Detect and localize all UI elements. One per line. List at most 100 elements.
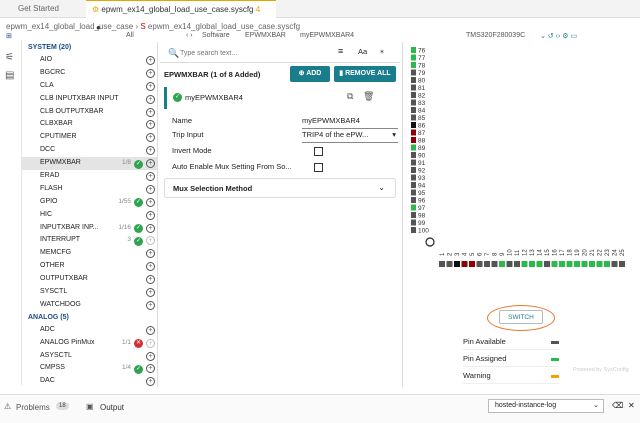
add-instance-icon[interactable]: +	[146, 197, 155, 207]
pin-marker[interactable]	[454, 261, 460, 267]
category-header[interactable]: SYSTEM (20)	[22, 42, 157, 54]
pin-marker[interactable]	[411, 47, 416, 53]
add-instance-icon[interactable]: +	[146, 249, 155, 259]
problems-tab[interactable]: Problems	[16, 403, 50, 412]
list-view-icon[interactable]: ≡	[338, 46, 343, 56]
add-instance-icon[interactable]: +	[146, 300, 155, 310]
add-instance-icon[interactable]: +	[146, 288, 155, 298]
pin-marker[interactable]	[411, 227, 416, 233]
filter-icon[interactable]: ⁎	[380, 46, 384, 55]
name-field[interactable]: myEPWMXBAR4	[302, 114, 398, 129]
files-icon[interactable]: ▤	[5, 70, 14, 81]
module-item[interactable]: AIO +	[22, 54, 157, 67]
add-instance-icon[interactable]: +	[146, 120, 155, 130]
remove-all-button[interactable]: ▮ REMOVE ALL	[334, 66, 396, 82]
pin-marker[interactable]	[411, 219, 416, 226]
pin-marker[interactable]	[411, 197, 416, 203]
add-instance-icon[interactable]: +	[146, 172, 155, 182]
pin-marker[interactable]	[559, 261, 565, 267]
add-instance-icon[interactable]: +	[146, 68, 155, 78]
pin-marker[interactable]	[411, 189, 416, 196]
copy-icon[interactable]: ⧉	[347, 91, 353, 102]
tab-syscfg-file[interactable]: ⚙ epwm_ex14_global_load_use_case.syscfg …	[86, 0, 276, 32]
switch-button[interactable]: SWITCH	[499, 310, 543, 324]
pin-marker[interactable]	[411, 144, 416, 151]
instance-card[interactable]: ✓ myEPWMXBAR4 ⧉ 🗑	[164, 87, 396, 109]
pin-marker[interactable]	[551, 261, 558, 267]
pin-marker[interactable]	[411, 137, 416, 143]
module-item[interactable]: CPUTIMER +	[22, 131, 157, 144]
add-instance-icon[interactable]: +	[146, 210, 155, 220]
toolbar-icons[interactable]: ⌄ ↺ ‹› ⚙ ▭	[540, 32, 577, 40]
pin-marker[interactable]	[411, 212, 416, 218]
add-instance-icon[interactable]: +	[146, 133, 155, 143]
clear-output-icon[interactable]: ⌫	[612, 401, 623, 410]
pin-marker[interactable]	[411, 129, 416, 136]
pin-marker[interactable]	[506, 261, 513, 267]
pin-marker[interactable]	[529, 261, 535, 267]
breadcrumb-module[interactable]: EPWMXBAR	[245, 32, 286, 39]
pin-marker[interactable]	[521, 261, 528, 267]
pin-marker[interactable]	[596, 261, 603, 267]
invert-mode-checkbox[interactable]	[314, 147, 323, 156]
pin-marker[interactable]	[439, 261, 445, 267]
add-instance-icon[interactable]: +	[146, 223, 155, 233]
add-instance-icon[interactable]: +	[146, 351, 155, 361]
module-item[interactable]: HIC +	[22, 209, 157, 222]
mux-selection-accordion[interactable]: Mux Selection Method ⌄	[164, 178, 396, 198]
pin-marker[interactable]	[446, 261, 453, 267]
pin-marker[interactable]	[411, 204, 416, 211]
module-item[interactable]: FLASH +	[22, 183, 157, 196]
match-case-toggle[interactable]: Aa	[358, 47, 367, 56]
pin-marker[interactable]	[574, 261, 580, 267]
pin-marker[interactable]	[491, 261, 498, 267]
add-instance-icon[interactable]: +	[146, 325, 155, 335]
add-instance-icon[interactable]: +	[146, 364, 155, 374]
breadcrumb-project[interactable]: epwm_ex14_global_load_use_case	[6, 22, 133, 31]
module-item[interactable]: OUTPUTXBAR +	[22, 273, 157, 286]
log-select[interactable]: hosted-instance-log ⌄	[488, 399, 604, 413]
module-item[interactable]: OTHER +	[22, 260, 157, 273]
module-item[interactable]: INTERRUPT 3 ✓ +	[22, 234, 157, 247]
pin-marker[interactable]	[411, 99, 416, 106]
module-item[interactable]: ADC +	[22, 324, 157, 337]
pin-marker[interactable]	[411, 62, 416, 68]
module-item[interactable]: BGCRC +	[22, 67, 157, 80]
add-instance-icon[interactable]: +	[146, 262, 155, 272]
pin-marker[interactable]	[604, 261, 610, 267]
module-item[interactable]: ASYSCTL +	[22, 350, 157, 363]
module-item[interactable]: CLB OUTPUTXBAR +	[22, 106, 157, 119]
pin-marker[interactable]	[411, 122, 416, 128]
module-item[interactable]: INPUTXBAR INP... 1/16 ✓ +	[22, 222, 157, 235]
module-item[interactable]: MEMCFG +	[22, 247, 157, 260]
pin-marker[interactable]	[411, 84, 416, 91]
module-item[interactable]: GPIO 1/55 ✓ +	[22, 196, 157, 209]
add-button[interactable]: ⊕ ADD	[290, 66, 330, 82]
module-item[interactable]: CLBXBAR +	[22, 118, 157, 131]
add-instance-icon[interactable]: +	[146, 146, 155, 156]
add-instance-icon[interactable]: +	[146, 94, 155, 104]
pin-marker[interactable]	[411, 92, 416, 98]
add-instance-icon[interactable]: +	[146, 184, 155, 194]
breadcrumb-file[interactable]: epwm_ex14_global_load_use_case.syscfg	[148, 22, 300, 31]
pin-marker[interactable]	[619, 261, 625, 267]
pin-marker[interactable]	[411, 174, 416, 181]
pin-marker[interactable]	[469, 261, 475, 267]
tab-get-started[interactable]: Get Started	[0, 0, 84, 18]
output-tab[interactable]: Output	[100, 403, 124, 412]
pin-marker[interactable]	[484, 261, 490, 267]
module-item[interactable]: CLA +	[22, 80, 157, 93]
pin-marker[interactable]	[589, 261, 595, 267]
category-header[interactable]: ANALOG (5)	[22, 312, 157, 324]
pin-marker[interactable]	[411, 114, 416, 121]
pin-marker[interactable]	[411, 182, 416, 188]
add-instance-icon[interactable]: +	[146, 275, 155, 285]
breadcrumb-section[interactable]: Software	[202, 32, 230, 39]
device-label[interactable]: TMS320F280039C	[466, 32, 525, 39]
module-item[interactable]: DCC +	[22, 144, 157, 157]
pin-marker[interactable]	[581, 261, 588, 267]
pin-marker[interactable]	[544, 261, 550, 267]
pin-marker[interactable]	[411, 159, 416, 166]
auto-enable-checkbox[interactable]	[314, 163, 323, 172]
add-instance-icon[interactable]: +	[146, 159, 155, 169]
